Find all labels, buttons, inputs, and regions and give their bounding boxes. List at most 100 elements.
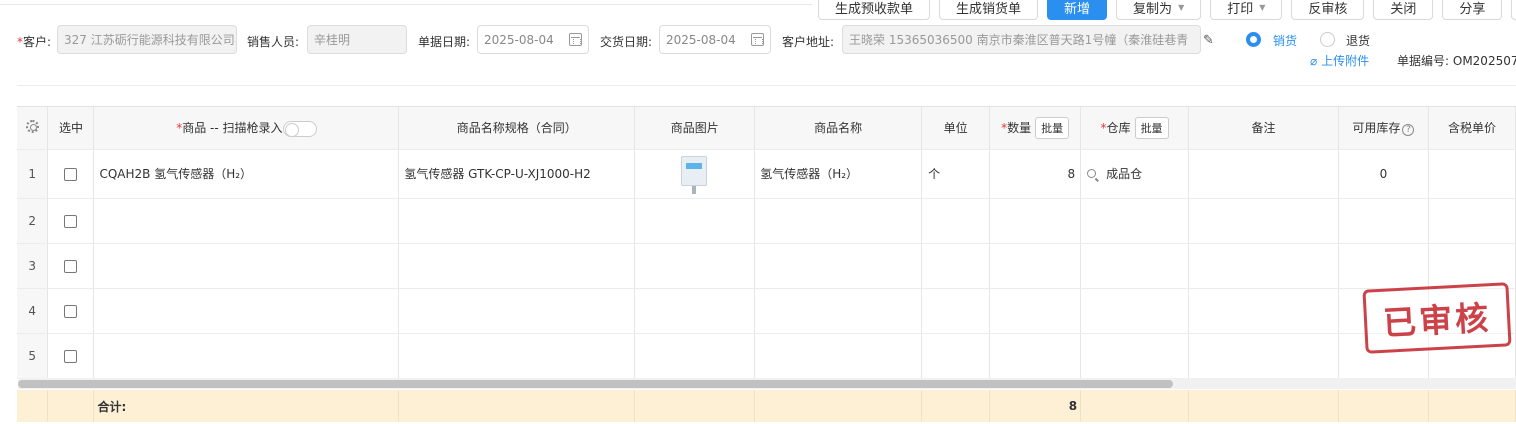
cell-unit[interactable] (921, 288, 991, 334)
cell-remark[interactable] (1188, 198, 1339, 244)
cell-name[interactable] (754, 198, 923, 244)
radio-sale-label: 销货 (1273, 34, 1298, 48)
row-checkbox[interactable] (64, 259, 78, 273)
salesperson-field[interactable]: 辛桂明 (307, 25, 407, 54)
scan-toggle[interactable] (282, 120, 317, 137)
toolbar-divider (0, 4, 812, 5)
share-button[interactable]: 分享 (1442, 0, 1503, 20)
table-row[interactable]: 3 (17, 243, 1516, 289)
cell-warehouse[interactable] (1080, 243, 1190, 289)
close-label: 关闭 (1390, 1, 1417, 17)
calendar-icon[interactable] (751, 33, 764, 46)
cell-remark[interactable] (1188, 288, 1339, 334)
cell-remark[interactable] (1188, 149, 1339, 199)
cell-warehouse[interactable] (1080, 198, 1190, 244)
cell-product[interactable] (93, 243, 400, 289)
cell-name[interactable] (754, 288, 923, 334)
table-row[interactable]: 5 (17, 333, 1516, 379)
row-checkbox[interactable] (64, 349, 78, 363)
row-checkbox[interactable] (64, 167, 78, 181)
doc-date-field[interactable]: 2025-08-04 (477, 25, 589, 54)
table-header-row: 选中 *商品 -- 扫描枪录入 商品名称规格（合同） 商品图片 商品名称 单位 … (17, 107, 1516, 150)
product-image (675, 154, 715, 194)
cell-unit[interactable] (921, 243, 991, 289)
cell-price[interactable] (1428, 243, 1516, 289)
table-row[interactable]: 1 CQAH2B 氢气传感器（H₂） 氢气传感器 GTK-CP-U-XJ1000… (17, 149, 1516, 199)
generate-sales-button[interactable]: 生成销货单 (939, 0, 1039, 20)
salesperson-label: 销售人员: (247, 35, 300, 49)
warehouse-batch-button[interactable]: 批量 (1134, 116, 1169, 139)
row-index: 3 (17, 243, 49, 289)
cell-spec[interactable] (398, 198, 636, 244)
cell-remark[interactable] (1188, 243, 1339, 289)
print-label: 打印 (1227, 1, 1254, 17)
column-settings[interactable] (17, 107, 49, 150)
edit-icon[interactable]: ✎ (1203, 33, 1214, 48)
salesperson-value: 辛桂明 (314, 33, 351, 47)
cell-name[interactable] (754, 333, 923, 379)
more-button[interactable] (1511, 0, 1516, 20)
cell-product[interactable] (93, 333, 400, 379)
paperclip-icon: ⌀ (1310, 54, 1318, 68)
gear-icon[interactable] (25, 119, 39, 133)
radio-return[interactable] (1320, 32, 1335, 47)
unaudit-button[interactable]: 反审核 (1291, 0, 1365, 20)
delivery-date-field[interactable]: 2025-08-04 (659, 25, 771, 54)
cell-warehouse[interactable]: 成品仓 (1080, 149, 1190, 199)
horizontal-scrollbar[interactable] (18, 378, 1516, 389)
line-items-table: 选中 *商品 -- 扫描枪录入 商品名称规格（合同） 商品图片 商品名称 单位 … (17, 107, 1516, 379)
cell-qty[interactable] (989, 333, 1082, 379)
close-button[interactable]: 关闭 (1373, 0, 1434, 20)
doc-number-label: 单据编号: (1397, 54, 1450, 68)
customer-field[interactable]: 327 江苏砺行能源科技有限公司 (57, 25, 237, 54)
cell-stock (1338, 243, 1429, 289)
cell-product[interactable]: CQAH2B 氢气传感器（H₂） (93, 149, 400, 199)
cell-unit[interactable]: 个 (921, 149, 991, 199)
cell-qty[interactable]: 8 (989, 149, 1082, 199)
header-stock: 可用库存? (1338, 107, 1429, 150)
cell-spec[interactable] (398, 288, 636, 334)
cell-spec[interactable]: 氢气传感器 GTK-CP-U-XJ1000-H2 (398, 149, 636, 199)
help-icon[interactable]: ? (1402, 124, 1415, 137)
cell-price[interactable] (1428, 149, 1516, 199)
table-row[interactable]: 2 (17, 198, 1516, 244)
cell-price[interactable] (1428, 198, 1516, 244)
upload-attachment-link[interactable]: ⌀ 上传附件 (1310, 52, 1369, 69)
header-unit: 单位 (921, 107, 991, 150)
radio-sale[interactable] (1246, 32, 1261, 47)
cell-remark[interactable] (1188, 333, 1339, 379)
copy-as-button[interactable]: 复制为 ▼ (1116, 0, 1202, 20)
calendar-icon[interactable] (569, 33, 582, 46)
cell-spec[interactable] (398, 243, 636, 289)
cell-unit[interactable] (921, 198, 991, 244)
cell-name[interactable]: 氢气传感器（H₂） (754, 149, 923, 199)
cell-product[interactable] (93, 198, 400, 244)
address-field[interactable]: 王晓荣 15365036500 南京市秦淮区普天路1号幢（秦淮硅巷青 (842, 25, 1201, 54)
header-spec: 商品名称规格（合同） (398, 107, 636, 150)
copy-as-label: 复制为 (1133, 1, 1173, 17)
cell-name[interactable] (754, 243, 923, 289)
header-warehouse: *仓库 批量 (1080, 107, 1190, 150)
doc-date-label: 单据日期: (418, 35, 471, 49)
cell-product[interactable] (93, 288, 400, 334)
new-button[interactable]: 新增 (1047, 0, 1108, 20)
header-select: 选中 (47, 107, 95, 150)
cell-spec[interactable] (398, 333, 636, 379)
search-icon[interactable] (1087, 169, 1097, 178)
cell-image (634, 149, 756, 199)
cell-qty[interactable] (989, 243, 1082, 289)
scrollbar-thumb[interactable] (18, 380, 1173, 388)
qty-batch-button[interactable]: 批量 (1035, 116, 1070, 139)
header-remark: 备注 (1188, 107, 1339, 150)
radio-return-label: 退货 (1346, 34, 1371, 48)
generate-prepayment-button[interactable]: 生成预收款单 (818, 0, 931, 20)
cell-qty[interactable] (989, 198, 1082, 244)
table-row[interactable]: 4 (17, 288, 1516, 334)
print-button[interactable]: 打印 ▼ (1210, 0, 1283, 20)
cell-warehouse[interactable] (1080, 333, 1190, 379)
cell-unit[interactable] (921, 333, 991, 379)
row-checkbox[interactable] (64, 214, 78, 228)
row-checkbox[interactable] (64, 304, 78, 318)
cell-warehouse[interactable] (1080, 288, 1190, 334)
cell-qty[interactable] (989, 288, 1082, 334)
